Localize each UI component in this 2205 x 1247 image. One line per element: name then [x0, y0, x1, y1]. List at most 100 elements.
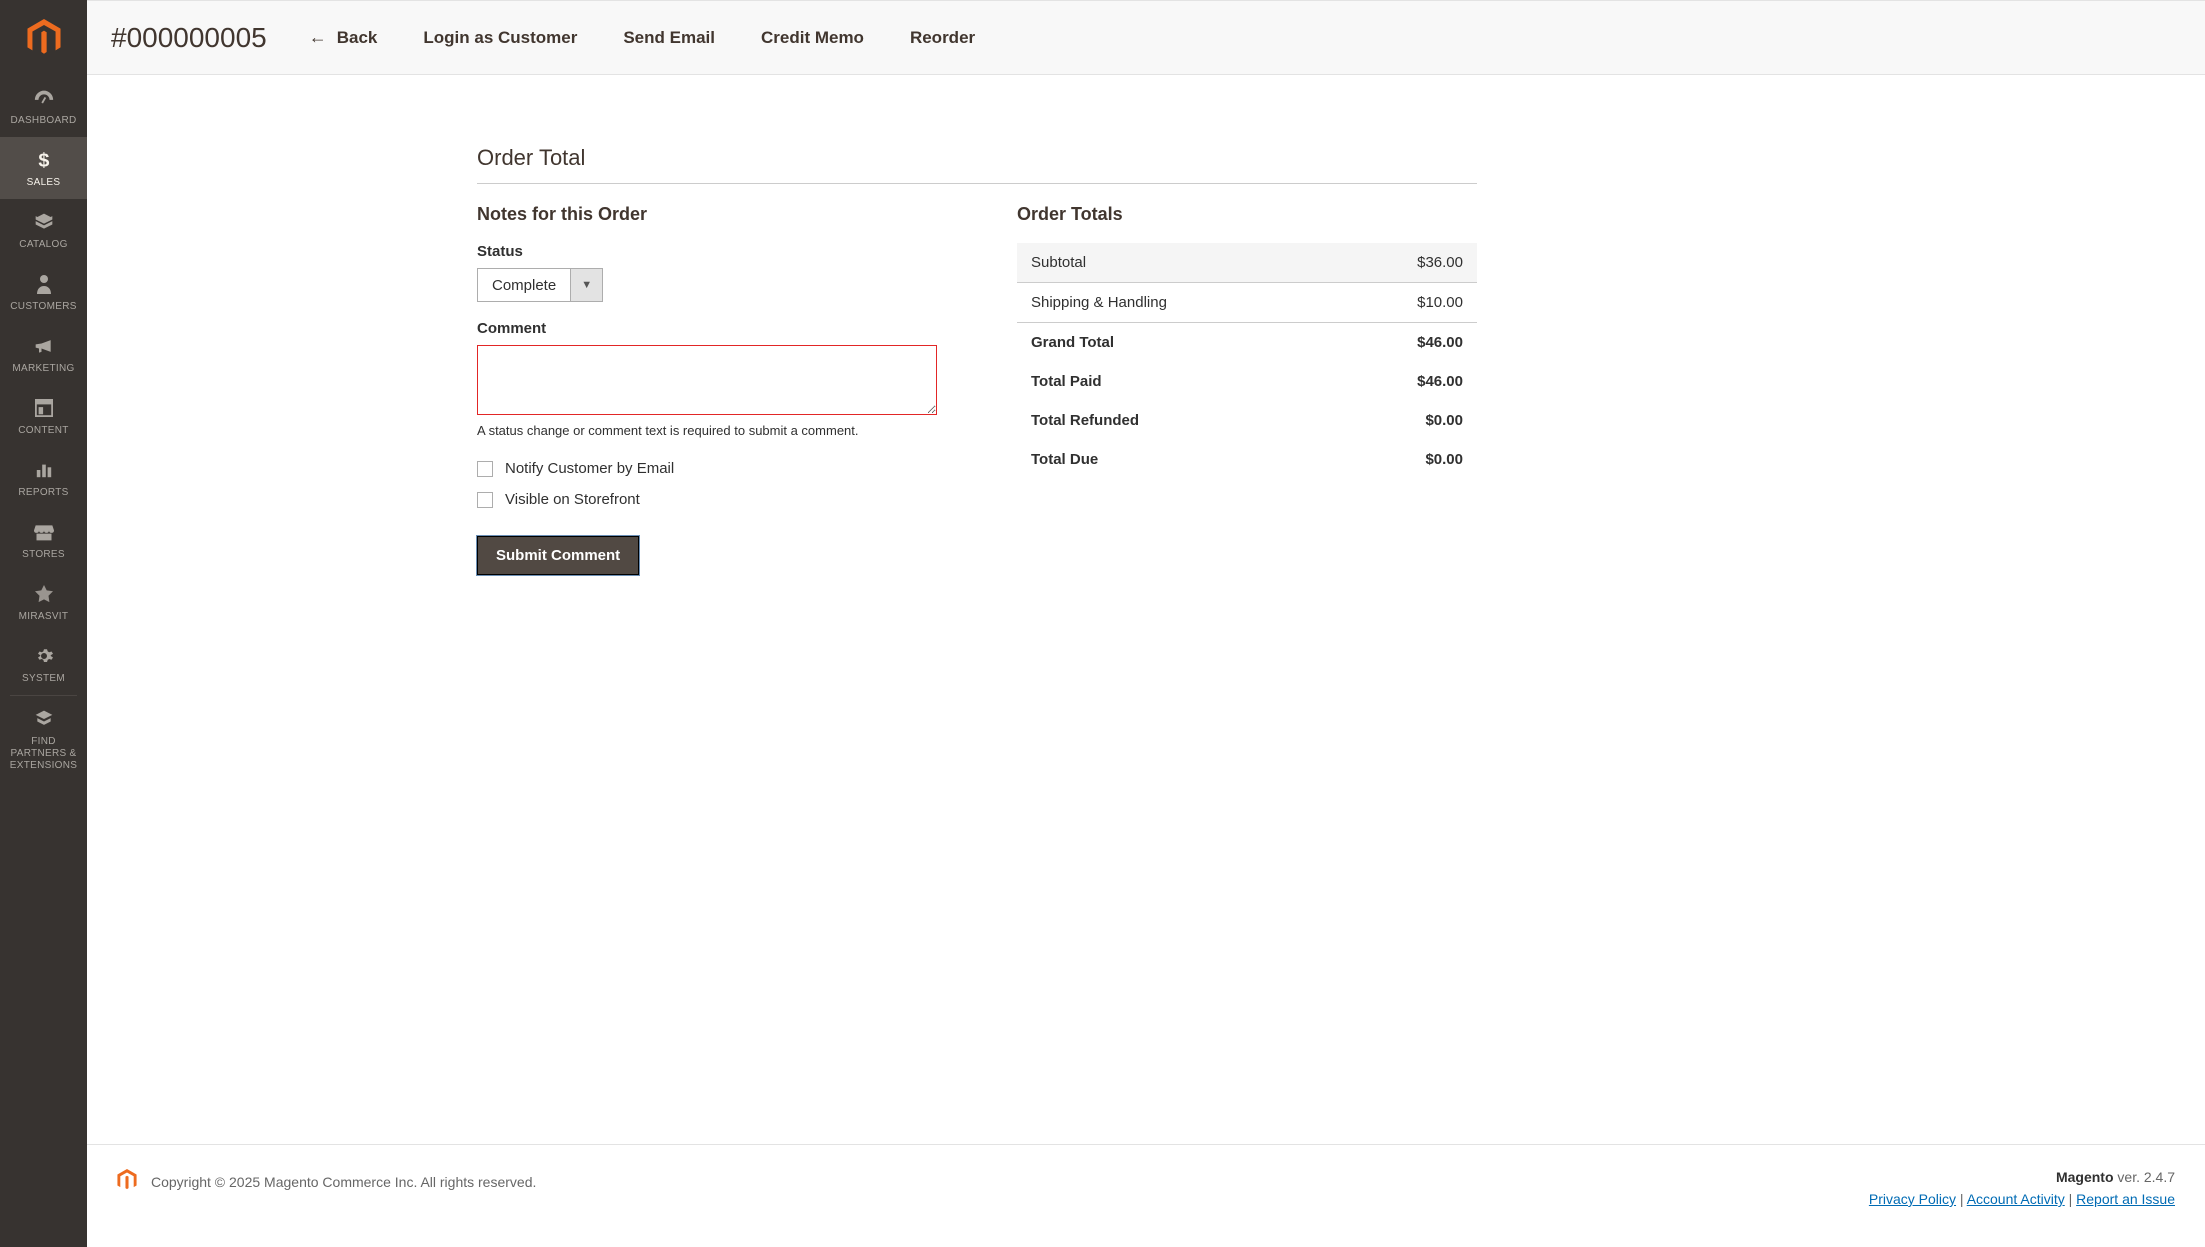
login-as-customer-label: Login as Customer	[423, 28, 577, 48]
sidebar-label: REPORTS	[18, 487, 68, 499]
checkbox-icon	[477, 492, 493, 508]
totals-label: Subtotal	[1017, 243, 1334, 283]
gear-icon	[35, 645, 53, 667]
reorder-button[interactable]: Reorder	[906, 20, 979, 56]
back-button[interactable]: ← Back	[305, 19, 382, 56]
totals-row-refunded: Total Refunded $0.00	[1017, 401, 1477, 440]
copyright-text: Copyright © 2025 Magento Commerce Inc. A…	[151, 1174, 536, 1190]
notify-customer-checkbox[interactable]: Notify Customer by Email	[477, 460, 957, 477]
sidebar-item-system[interactable]: SYSTEM	[0, 633, 87, 695]
status-value: Complete	[478, 269, 570, 301]
totals-value: $0.00	[1334, 401, 1477, 440]
order-totals-table: Subtotal $36.00 Shipping & Handling $10.…	[1017, 243, 1477, 479]
account-activity-link[interactable]: Account Activity	[1967, 1191, 2065, 1207]
totals-value: $46.00	[1334, 323, 1477, 363]
visible-storefront-label: Visible on Storefront	[505, 491, 640, 508]
sidebar-label: SALES	[27, 177, 61, 189]
notes-heading: Notes for this Order	[477, 204, 957, 225]
dollar-icon: $	[37, 149, 51, 171]
status-select[interactable]: Complete ▼	[477, 268, 603, 302]
reports-icon	[35, 459, 53, 481]
order-total-heading: Order Total	[477, 145, 1477, 184]
footer-brand: Magento	[2056, 1169, 2114, 1185]
submit-comment-button[interactable]: Submit Comment	[477, 536, 639, 575]
totals-row-subtotal: Subtotal $36.00	[1017, 243, 1477, 283]
sidebar-item-dashboard[interactable]: DASHBOARD	[0, 75, 87, 137]
sidebar-item-marketing[interactable]: MARKETING	[0, 323, 87, 385]
chevron-down-icon: ▼	[570, 269, 602, 301]
status-label: Status	[477, 243, 957, 260]
send-email-button[interactable]: Send Email	[619, 20, 719, 56]
content-icon	[35, 397, 53, 419]
visible-storefront-checkbox[interactable]: Visible on Storefront	[477, 491, 957, 508]
order-totals-column: Order Totals Subtotal $36.00 Shipping & …	[1017, 204, 1477, 575]
dashboard-icon	[33, 87, 55, 109]
page-footer: Copyright © 2025 Magento Commerce Inc. A…	[87, 1144, 2205, 1247]
sidebar-label: STORES	[22, 549, 65, 561]
sidebar-item-sales[interactable]: $ SALES	[0, 137, 87, 199]
totals-value: $46.00	[1334, 362, 1477, 401]
order-totals-heading: Order Totals	[1017, 204, 1477, 225]
sidebar-label: DASHBOARD	[10, 115, 76, 127]
totals-row-paid: Total Paid $46.00	[1017, 362, 1477, 401]
totals-label: Total Due	[1017, 440, 1334, 479]
partners-icon	[34, 708, 54, 730]
sidebar-item-catalog[interactable]: CATALOG	[0, 199, 87, 261]
mirasvit-icon	[35, 583, 53, 605]
back-label: Back	[337, 28, 378, 48]
totals-value: $10.00	[1334, 283, 1477, 323]
totals-row-grand: Grand Total $46.00	[1017, 323, 1477, 363]
order-notes-column: Notes for this Order Status Complete ▼ C…	[477, 204, 957, 575]
page-header: #000000005 ← Back Login as Customer Send…	[87, 0, 2205, 75]
admin-sidebar: DASHBOARD $ SALES CATALOG CUSTOMERS MARK…	[0, 0, 87, 1247]
back-arrow-icon: ←	[309, 27, 327, 48]
sidebar-label: MIRASVIT	[19, 611, 69, 623]
sidebar-label: MARKETING	[12, 363, 74, 375]
sidebar-item-stores[interactable]: STORES	[0, 509, 87, 571]
stores-icon	[34, 521, 54, 543]
submit-comment-label: Submit Comment	[496, 547, 620, 564]
checkbox-icon	[477, 461, 493, 477]
footer-version: ver. 2.4.7	[2114, 1169, 2175, 1185]
sidebar-item-partners[interactable]: FIND PARTNERS & EXTENSIONS	[0, 696, 87, 782]
magento-logo-icon	[27, 19, 61, 57]
credit-memo-button[interactable]: Credit Memo	[757, 20, 868, 56]
sidebar-item-content[interactable]: CONTENT	[0, 385, 87, 447]
totals-label: Total Refunded	[1017, 401, 1334, 440]
login-as-customer-button[interactable]: Login as Customer	[419, 20, 581, 56]
main-area: #000000005 ← Back Login as Customer Send…	[87, 0, 2205, 1247]
comment-hint: A status change or comment text is requi…	[477, 423, 957, 438]
footer-divider: |	[1960, 1191, 1967, 1207]
sidebar-label: CONTENT	[18, 425, 68, 437]
svg-text:$: $	[38, 150, 49, 171]
magento-logo[interactable]	[0, 0, 87, 75]
sidebar-label: SYSTEM	[22, 673, 65, 685]
credit-memo-label: Credit Memo	[761, 28, 864, 48]
comment-label: Comment	[477, 320, 957, 337]
content: Order Total Notes for this Order Status …	[87, 75, 2205, 1144]
megaphone-icon	[34, 335, 54, 357]
totals-label: Grand Total	[1017, 323, 1334, 363]
sidebar-item-reports[interactable]: REPORTS	[0, 447, 87, 509]
magento-footer-logo-icon	[117, 1169, 137, 1194]
sidebar-label: CUSTOMERS	[10, 301, 76, 313]
totals-label: Shipping & Handling	[1017, 283, 1334, 323]
sidebar-item-customers[interactable]: CUSTOMERS	[0, 261, 87, 323]
privacy-policy-link[interactable]: Privacy Policy	[1869, 1191, 1956, 1207]
notify-customer-label: Notify Customer by Email	[505, 460, 674, 477]
report-issue-link[interactable]: Report an Issue	[2076, 1191, 2175, 1207]
totals-row-due: Total Due $0.00	[1017, 440, 1477, 479]
totals-value: $36.00	[1334, 243, 1477, 283]
totals-value: $0.00	[1334, 440, 1477, 479]
sidebar-label: CATALOG	[19, 239, 67, 251]
order-number-title: #000000005	[111, 22, 267, 54]
totals-row-shipping: Shipping & Handling $10.00	[1017, 283, 1477, 323]
customers-icon	[37, 273, 51, 295]
totals-label: Total Paid	[1017, 362, 1334, 401]
sidebar-item-mirasvit[interactable]: MIRASVIT	[0, 571, 87, 633]
comment-textarea[interactable]	[477, 345, 937, 415]
send-email-label: Send Email	[623, 28, 715, 48]
reorder-label: Reorder	[910, 28, 975, 48]
catalog-icon	[34, 211, 54, 233]
sidebar-label: FIND PARTNERS & EXTENSIONS	[4, 736, 83, 772]
